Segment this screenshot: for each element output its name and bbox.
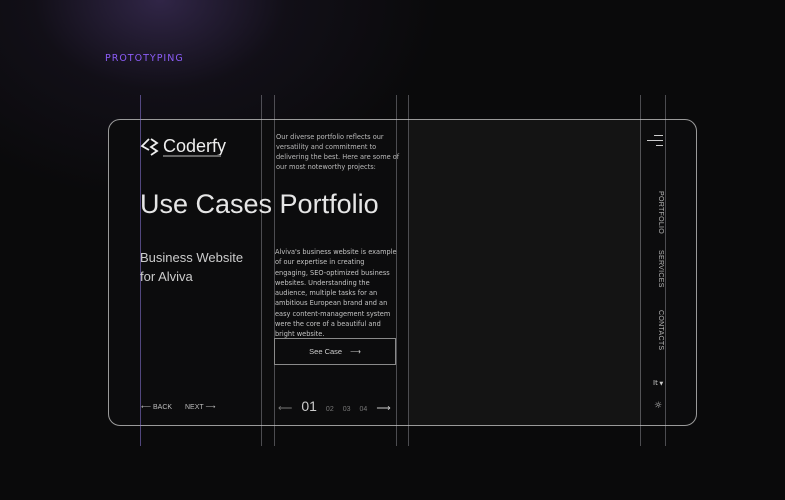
logo-icon [140, 137, 159, 156]
page-item[interactable]: 02 [326, 406, 334, 413]
arrow-left-icon: ⟵ [141, 404, 153, 411]
side-menu-portfolio[interactable]: PORTFOLIO [652, 191, 664, 234]
language-select[interactable]: It ▼ [653, 379, 667, 387]
arrow-right-icon: ⟶ [350, 347, 361, 356]
back-label: BACK [152, 404, 173, 411]
prev-arrow-icon[interactable]: ⟵ [278, 403, 292, 414]
logo-tagline [163, 155, 221, 157]
theme-toggle-sun-icon[interactable]: ☼ [654, 401, 664, 411]
case-description: Alviva's business website is example of … [275, 248, 397, 339]
side-menu-contacts[interactable]: CONTACTS [652, 310, 664, 350]
see-case-button[interactable]: See Case ⟶ [274, 338, 396, 365]
next-button[interactable]: NEXT ⟶ [185, 403, 225, 411]
grid-line [408, 95, 409, 446]
page-item[interactable]: 04 [360, 406, 368, 413]
intro-text: Our diverse portfolio reflects our versa… [276, 133, 400, 171]
case-title: Business Website for Alviva [140, 248, 260, 286]
grid-line [261, 95, 262, 446]
grid-line [665, 95, 666, 446]
arrow-right-icon: ⟶ [203, 404, 216, 411]
brand-name: Coderfy [163, 136, 227, 156]
section-label: PROTOTYPING [105, 53, 184, 64]
see-case-label: See Case [309, 347, 343, 356]
page-current[interactable]: 01 [301, 398, 317, 414]
page-title: Use Cases Portfolio [140, 189, 379, 219]
next-label: NEXT [185, 404, 204, 411]
chevron-down-icon: ▼ [657, 381, 664, 387]
pagination: ⟵ 01 02 03 04 ⟶ [278, 398, 396, 414]
case-title-line1: Business Website [140, 250, 244, 265]
back-button[interactable]: ⟵ BACK [141, 403, 181, 411]
side-menu-services[interactable]: SERVICES [652, 250, 664, 288]
image-panel [409, 120, 641, 425]
case-title-line2: for Alviva [140, 269, 193, 284]
next-arrow-icon[interactable]: ⟶ [376, 403, 390, 414]
menu-icon[interactable] [647, 135, 663, 150]
page-item[interactable]: 03 [343, 406, 351, 413]
grid-line [640, 95, 641, 446]
logo[interactable]: Coderfy [140, 136, 240, 157]
